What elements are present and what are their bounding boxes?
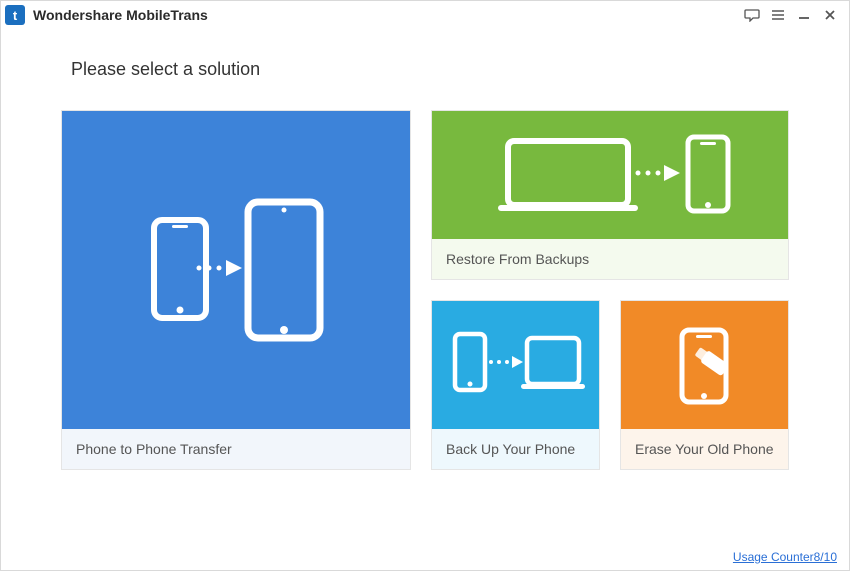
app-logo-letter: t [13, 8, 17, 23]
backup-icon [432, 301, 599, 429]
card-restore-from-backups[interactable]: Restore From Backups [431, 110, 789, 280]
erase-icon [621, 301, 788, 429]
titlebar: t Wondershare MobileTrans [1, 1, 849, 29]
close-icon[interactable] [817, 4, 843, 26]
app-title: Wondershare MobileTrans [33, 7, 208, 23]
card-label: Erase Your Old Phone [621, 429, 788, 469]
menu-icon[interactable] [765, 4, 791, 26]
usage-counter-link[interactable]: Usage Counter8/10 [733, 550, 837, 564]
page-heading: Please select a solution [71, 59, 789, 80]
card-label: Restore From Backups [432, 239, 788, 279]
app-logo: t [5, 5, 25, 25]
solutions-grid: Phone to Phone Transfer [61, 110, 789, 470]
minimize-icon[interactable] [791, 4, 817, 26]
main-content: Please select a solution [1, 29, 849, 470]
card-erase-phone[interactable]: Erase Your Old Phone [620, 300, 789, 470]
restore-icon [432, 111, 788, 239]
card-phone-to-phone[interactable]: Phone to Phone Transfer [61, 110, 411, 470]
feedback-icon[interactable] [739, 4, 765, 26]
card-label: Back Up Your Phone [432, 429, 599, 469]
card-label: Phone to Phone Transfer [62, 429, 410, 469]
phone-to-phone-icon [62, 111, 410, 429]
card-backup-phone[interactable]: Back Up Your Phone [431, 300, 600, 470]
